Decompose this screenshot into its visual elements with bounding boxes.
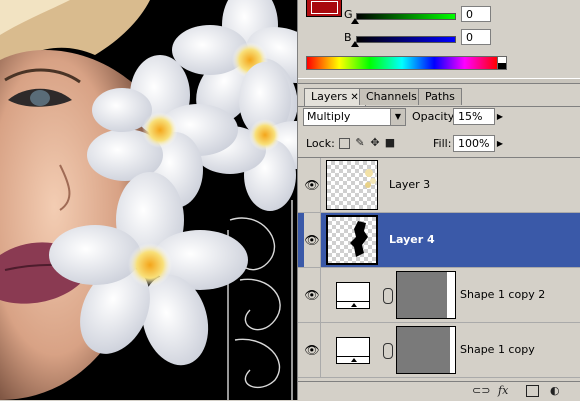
opacity-label: Opacity: [412,110,458,123]
layer-name[interactable]: Shape 1 copy [460,343,535,356]
color-spectrum-bar[interactable] [306,56,498,70]
link-icon[interactable] [383,343,393,359]
tab-layers[interactable]: Layers ✕ [304,88,366,106]
adjustment-layer-icon[interactable]: ◐ [550,384,560,398]
add-mask-icon[interactable] [526,385,539,397]
tab-paths-label: Paths [425,90,455,103]
blue-value-input[interactable]: 0 [461,29,491,45]
opacity-input[interactable]: 15% [453,108,495,125]
canvas-artwork [0,0,297,400]
palette-panel: G 0 B 0 Layers ✕ Channels Paths Multiply … [297,0,580,401]
blue-slider-row: B 0 [298,27,580,49]
lock-all-icon[interactable]: ■ [384,137,396,149]
document-canvas[interactable] [0,0,297,400]
fill-label: Fill: [433,137,452,150]
green-value-input[interactable]: 0 [461,6,491,22]
tab-layers-label: Layers [311,90,348,103]
lock-label: Lock: [306,137,335,150]
blend-mode-select[interactable]: Multiply ▼ [303,108,406,126]
layer-name[interactable]: Shape 1 copy 2 [460,288,545,301]
fx-icon[interactable]: fx [498,384,508,398]
lock-brush-icon[interactable]: ✎ [354,137,366,149]
layer-thumbnail [336,337,370,364]
tab-channels[interactable]: Channels [359,88,424,105]
layer-thumbnail [336,282,370,309]
close-icon[interactable]: ✕ [350,92,358,103]
layer-row-layer-4[interactable]: 👁 Layer 4 [298,213,580,268]
eye-icon[interactable]: 👁 [304,158,321,212]
tab-paths[interactable]: Paths [418,88,462,105]
green-slider-thumb[interactable] [351,18,359,24]
link-layers-icon[interactable]: ⊂⊃ [472,384,490,398]
layer-row-shape-1-copy[interactable]: 👁 Shape 1 copy [298,323,580,378]
tab-channels-label: Channels [366,90,417,103]
fill-input[interactable]: 100% [453,135,495,152]
layer-name[interactable]: Layer 4 [389,233,435,246]
layers-panel-tabs: Layers ✕ Channels Paths [298,84,580,107]
layer-thumbnail [326,215,378,265]
layer-row-layer-3[interactable]: 👁 Layer 3 [298,158,580,213]
layers-list[interactable]: 👁 Layer 3 👁 Layer 4 👁 Shape 1 copy 2 👁 S… [298,157,580,382]
green-slider-row: G 0 [298,4,580,26]
eye-icon[interactable]: 👁 [304,323,321,377]
layer-thumbnail [326,160,378,210]
lock-transparency-icon[interactable] [339,138,350,149]
link-icon[interactable] [383,288,393,304]
fill-arrow-icon[interactable]: ▶ [495,135,505,152]
eye-icon[interactable]: 👁 [304,268,321,322]
chevron-down-icon[interactable]: ▼ [390,109,405,125]
black-white-swatch[interactable] [497,56,507,70]
blend-mode-value: Multiply [307,110,351,123]
lock-move-icon[interactable]: ✥ [369,137,381,149]
opacity-arrow-icon[interactable]: ▶ [495,108,505,125]
vector-mask-thumbnail[interactable] [396,326,456,374]
blue-slider-thumb[interactable] [351,41,359,47]
green-slider[interactable] [356,13,456,20]
vector-mask-thumbnail[interactable] [396,271,456,319]
layer-name[interactable]: Layer 3 [389,178,430,191]
eye-icon[interactable]: 👁 [304,213,321,267]
layer-row-shape-1-copy-2[interactable]: 👁 Shape 1 copy 2 [298,268,580,323]
blue-slider[interactable] [356,36,456,43]
layers-panel-footer: ⊂⊃ fx ◐ [298,381,580,401]
